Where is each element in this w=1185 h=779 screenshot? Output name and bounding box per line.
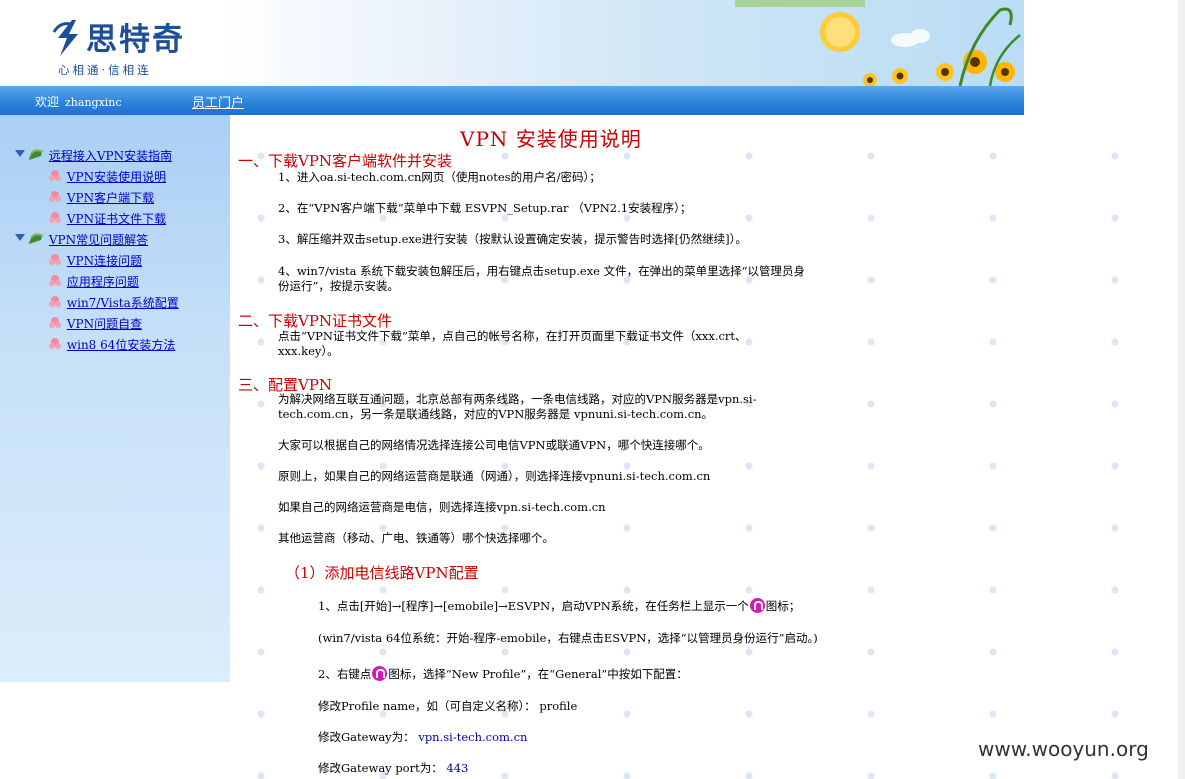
config-value: profile <box>539 699 578 713</box>
sidebar-item-app-issues[interactable]: 应用程序问题 <box>48 273 139 290</box>
flower-bullet-icon <box>49 296 61 307</box>
config-label: 修改Gateway为： <box>318 730 415 744</box>
sidebar-item-label[interactable]: VPN安装使用说明 <box>67 170 166 184</box>
sidebar-item-win8-install[interactable]: win8 64位安装方法 <box>48 336 175 353</box>
sidebar-item-client-download[interactable]: VPN客户端下载 <box>48 189 154 206</box>
step-text: 2、在“VPN客户端下载”菜单中下载 ESVPN_Setup.rar （VPN2… <box>278 201 692 215</box>
subsection-heading: （1）添加电信线路VPN配置 <box>285 564 479 582</box>
config-line: 修改Gateway为： vpn.si-tech.com.cn <box>318 730 527 745</box>
logo-slogan: 心相通·信相连 <box>58 63 152 77</box>
welcome-label: 欢迎 <box>35 95 60 109</box>
paragraph: tech.com.cn，另一条是联通线路，对应的VPN服务器是 vpnuni.s… <box>278 407 714 421</box>
step-text: 份运行”，按提示安装。 <box>278 279 399 293</box>
sidebar-item-label[interactable]: VPN问题自查 <box>67 317 142 331</box>
flower-bullet-icon <box>49 254 61 265</box>
main-content: VPN 安装使用说明 一、下载VPN客户端软件并安装 1、进入oa.si-tec… <box>230 115 1185 779</box>
site-header: 思特奇 心相通·信相连 <box>0 0 1024 86</box>
flower-bullet-icon <box>49 212 61 223</box>
sidebar-item-label[interactable]: VPN连接问题 <box>67 254 142 268</box>
top-navbar: 欢迎 zhangxinc 员工门户 <box>0 86 1024 115</box>
step-text: 3、解压缩并双击setup.exe进行安装（按默认设置确定安装，提示警告时选择[… <box>278 232 747 246</box>
sidebar-item-label[interactable]: VPN证书文件下载 <box>67 212 166 226</box>
paragraph: 其他运营商（移动、广电、铁通等）哪个快选择哪个。 <box>278 531 554 545</box>
vertical-scrollbar[interactable] <box>1178 0 1185 779</box>
vpn-tray-icon <box>372 666 388 681</box>
employee-portal-link[interactable]: 员工门户 <box>192 92 244 111</box>
step-text-part: 2、右键点 <box>318 667 372 681</box>
paragraph: 点击“VPN证书文件下载”菜单，点自己的帐号名称，在打开页面里下载证书文件（xx… <box>278 329 747 343</box>
welcome-text: 欢迎 zhangxinc <box>35 93 122 110</box>
section-heading-download-client: 一、下载VPN客户端软件并安装 <box>238 152 453 170</box>
step-text: 4、win7/vista 系统下载安装包解压后，用右键点击setup.exe 文… <box>278 264 806 278</box>
step-text-part: 图标，选择“New Profile”，在“General”中按如下配置： <box>388 667 688 681</box>
paragraph: 大家可以根据自己的网络情况选择连接公司电信VPN或联通VPN，哪个快连接哪个。 <box>278 438 710 452</box>
config-value: vpn.si-tech.com.cn <box>418 730 528 744</box>
watermark: www.wooyun.org <box>978 737 1149 761</box>
logo-text: 思特奇 <box>86 22 185 58</box>
flower-bullet-icon <box>49 275 61 286</box>
step-text: 1、点击[开始]→[程序]→[emobile]→ESVPN，启动VPN系统，在任… <box>318 598 800 614</box>
flower-bullet-icon <box>49 170 61 181</box>
config-line: 修改Profile name，如（可自定义名称）： profile <box>318 699 577 714</box>
step-text: 1、进入oa.si-tech.com.cn网页（使用notes的用户名/密码）； <box>278 170 601 184</box>
flower-bullet-icon <box>49 317 61 328</box>
page-title: VPN 安装使用说明 <box>460 127 642 151</box>
flower-bullet-icon <box>49 338 61 349</box>
sun-icon <box>820 12 860 52</box>
sidebar-item-self-check[interactable]: VPN问题自查 <box>48 315 142 332</box>
sidebar-item-connection[interactable]: VPN连接问题 <box>48 252 142 269</box>
sidebar-item-label[interactable]: win7/Vista系统配置 <box>67 296 179 310</box>
section-heading-download-cert: 二、下载VPN证书文件 <box>238 312 393 330</box>
config-label: 修改Gateway port为： <box>318 761 443 775</box>
sidebar-item-label[interactable]: VPN客户端下载 <box>67 191 154 205</box>
step-text-part: 图标； <box>765 599 801 613</box>
paragraph: 为解决网络互联互通问题，北京总部有两条线路，一条电信线路，对应的VPN服务器是v… <box>278 392 757 406</box>
step-note: (win7/vista 64位系统：开始-程序-emobile，右键点击ESVP… <box>318 631 818 645</box>
username: zhangxinc <box>65 96 122 109</box>
sun-flowers-banner <box>735 0 1021 86</box>
paragraph: xxx.key）。 <box>278 344 339 358</box>
sidebar-group-faq[interactable]: VPN常见问题解答 <box>15 231 148 248</box>
paragraph: 如果自己的网络运营商是电信，则选择连接vpn.si-tech.com.cn <box>278 500 606 514</box>
step-text-part: 1、点击[开始]→[程序]→[emobile]→ESVPN，启动VPN系统，在任… <box>318 599 749 613</box>
config-label: 修改Profile name，如（可自定义名称）： <box>318 699 536 713</box>
sidebar-group-install-guide[interactable]: 远程接入VPN安装指南 <box>15 147 172 164</box>
expand-arrow-icon[interactable] <box>15 148 45 162</box>
sidebar-item-vpn-usage[interactable]: VPN安装使用说明 <box>48 168 166 185</box>
sidebar-item-cert-download[interactable]: VPN证书文件下载 <box>48 210 166 227</box>
sidebar-item-label[interactable]: 应用程序问题 <box>67 275 139 289</box>
sidebar: 远程接入VPN安装指南 VPN安装使用说明 VPN客户端下载 VPN证书文件下载… <box>0 115 230 682</box>
sidebar-group-label[interactable]: VPN常见问题解答 <box>49 233 148 247</box>
config-value: 443 <box>446 761 469 775</box>
flower-bullet-icon <box>49 191 61 202</box>
config-line: 修改Gateway port为： 443 <box>318 761 468 776</box>
sidebar-item-label[interactable]: win8 64位安装方法 <box>67 338 176 352</box>
sidebar-item-win7-config[interactable]: win7/Vista系统配置 <box>48 294 179 311</box>
step-text: 2、右键点 图标，选择“New Profile”，在“General”中按如下配置… <box>318 666 688 682</box>
logo-icon <box>52 20 78 56</box>
paragraph: 原则上，如果自己的网络运营商是联通（网通），则选择连接vpnuni.si-tec… <box>278 469 711 483</box>
expand-arrow-icon[interactable] <box>15 232 45 246</box>
vpn-tray-icon <box>749 598 765 613</box>
sidebar-group-label[interactable]: 远程接入VPN安装指南 <box>49 149 172 163</box>
